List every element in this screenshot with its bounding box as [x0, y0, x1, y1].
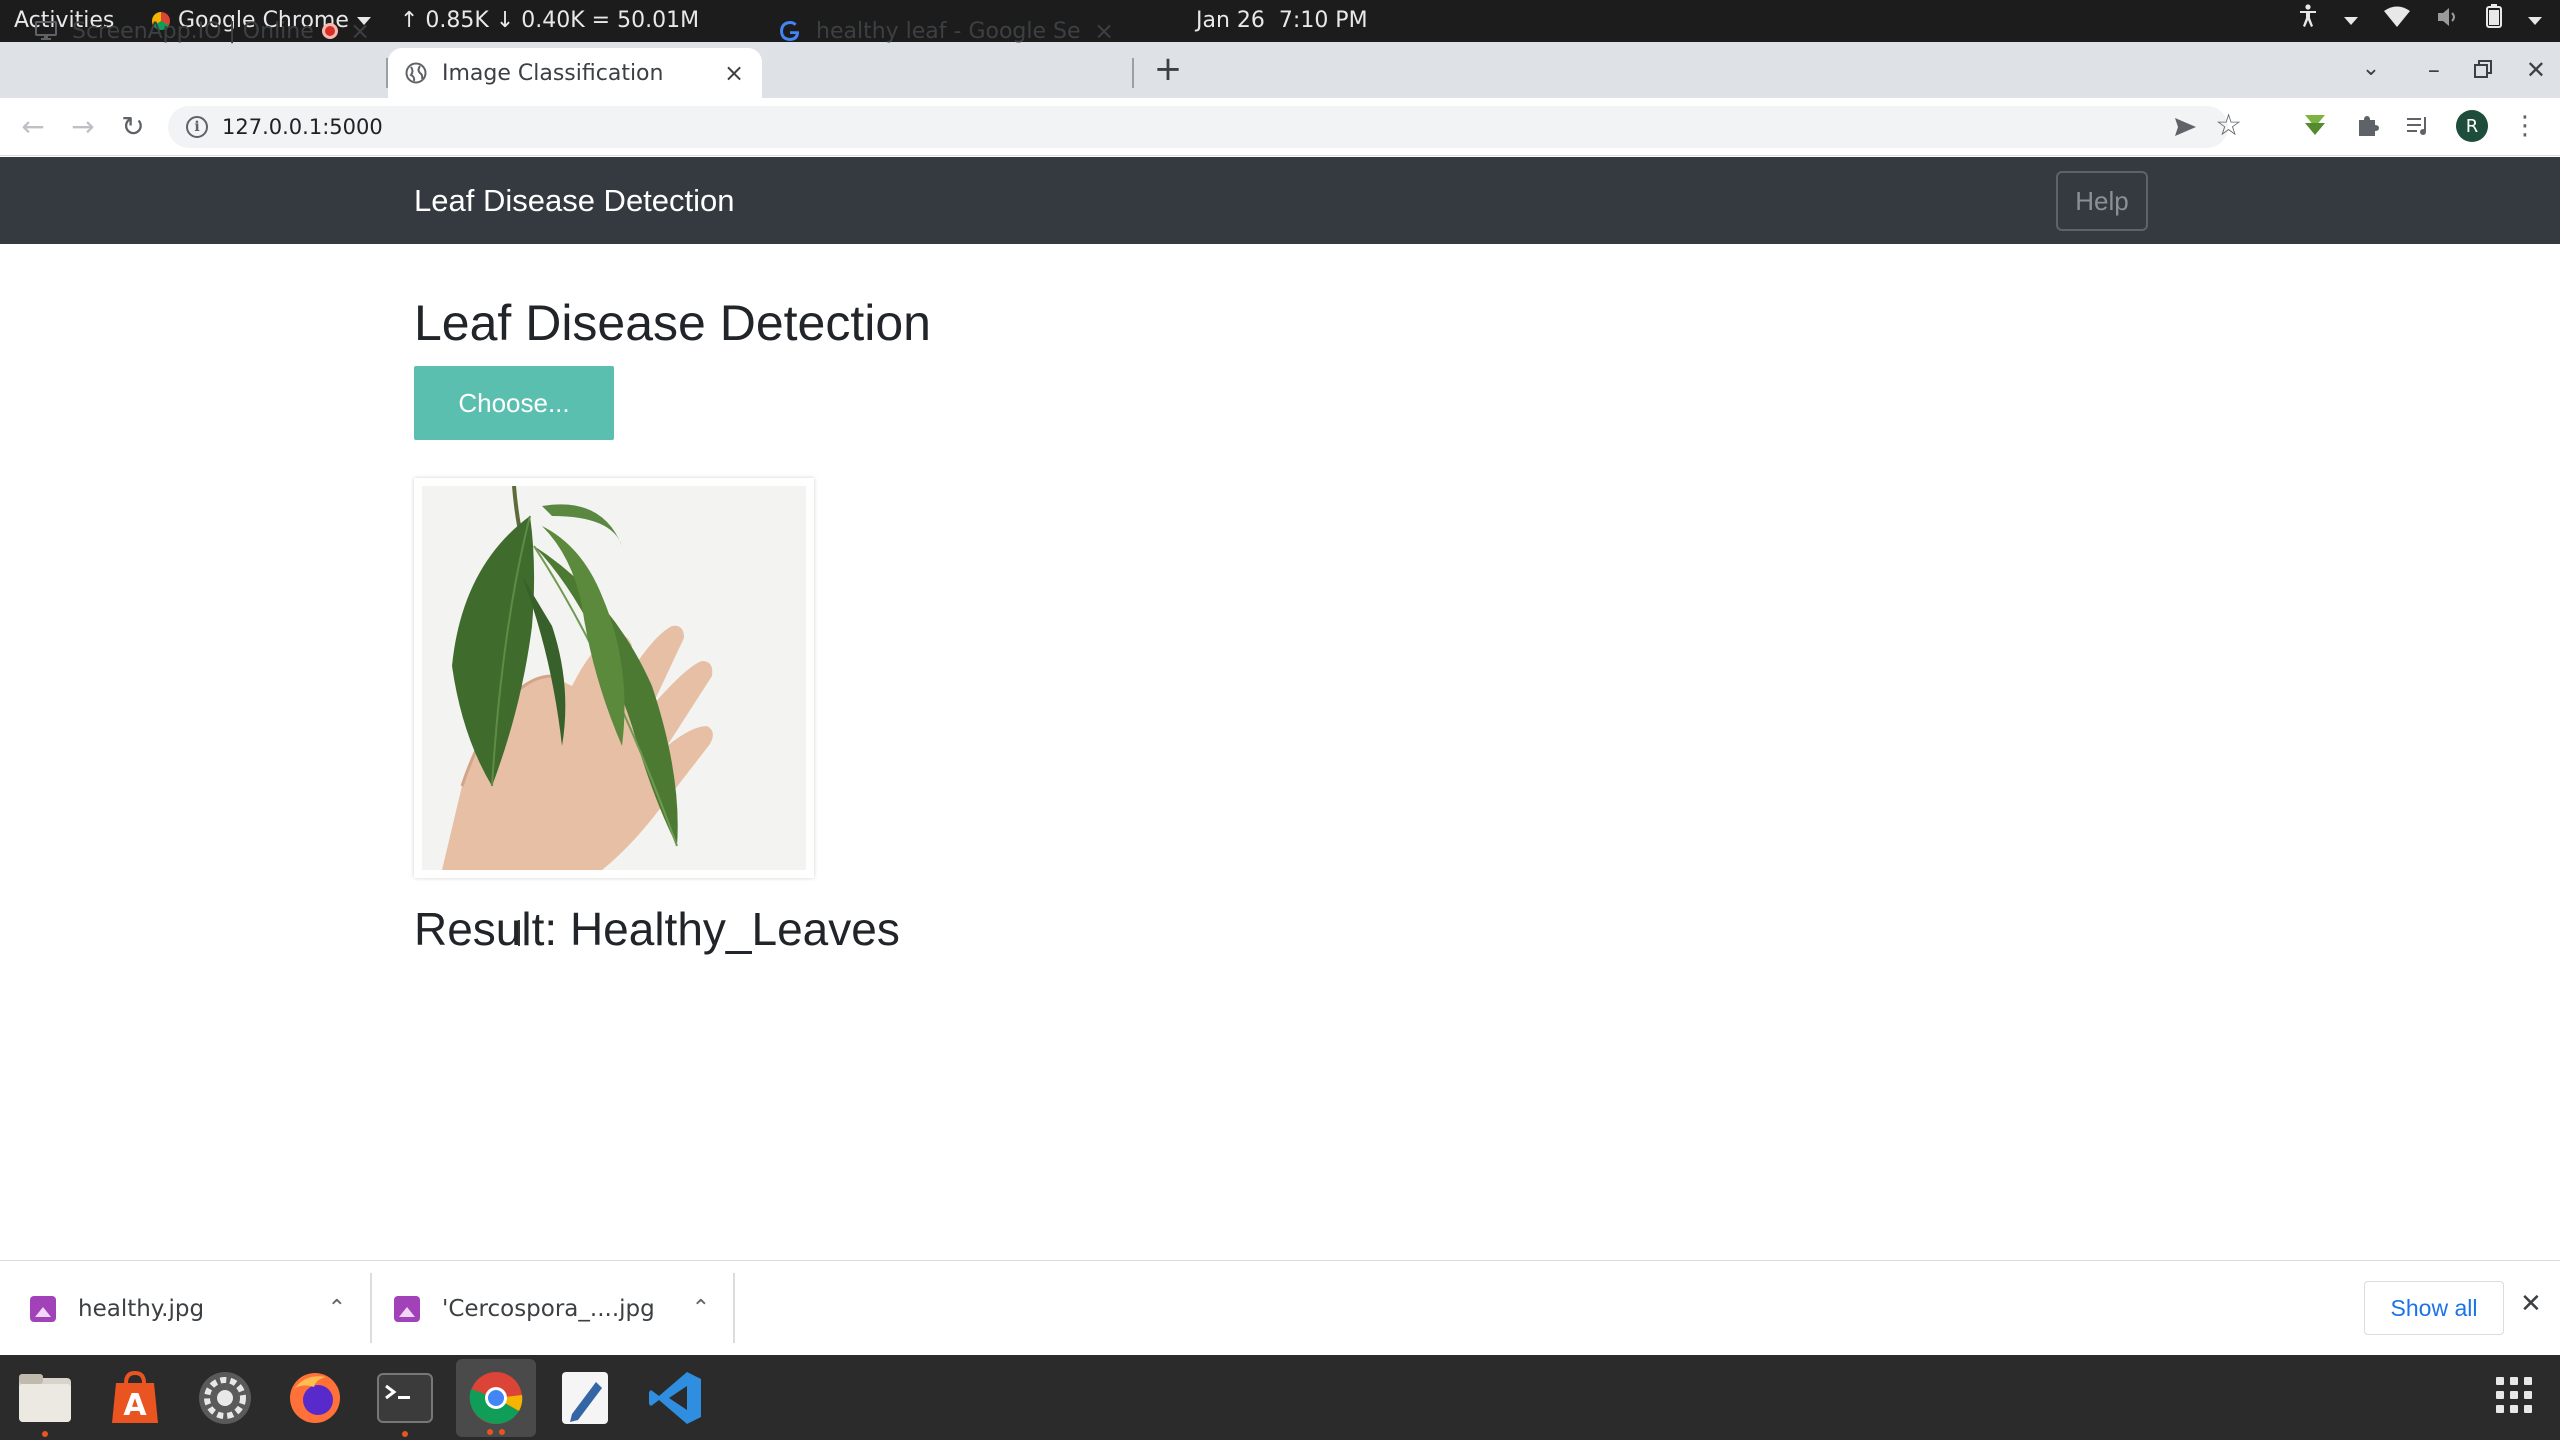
new-tab-button[interactable]: + — [1150, 52, 1186, 88]
battery-icon[interactable] — [2486, 0, 2502, 42]
show-all-downloads-button[interactable]: Show all — [2364, 1281, 2504, 1335]
image-file-icon — [30, 1295, 56, 1322]
download-shelf: healthy.jpg ⌃ 'Cercospora_....jpg ⌃ Show… — [0, 1260, 2560, 1355]
close-shelf-icon[interactable]: ✕ — [2520, 1289, 2542, 1319]
download-divider — [370, 1273, 372, 1343]
clock-time: 7:10 PM — [1278, 8, 1368, 33]
tab-screenapp[interactable]: ScreenApp.IO | Online × — [18, 6, 388, 56]
screen-icon — [34, 19, 58, 43]
show-applications-icon[interactable] — [2496, 1377, 2532, 1413]
tab-google-search[interactable]: healthy leaf - Google Sear × — [762, 6, 1132, 56]
media-queue-icon[interactable] — [2404, 108, 2434, 144]
terminal-icon[interactable] — [374, 1367, 436, 1437]
google-icon — [778, 19, 802, 43]
download-item[interactable]: healthy.jpg ⌃ — [30, 1261, 346, 1356]
tab-search-icon[interactable]: ⌄ — [2356, 56, 2386, 86]
vscode-icon[interactable] — [644, 1367, 706, 1429]
software-center-icon[interactable]: A — [104, 1367, 166, 1429]
accessibility-icon[interactable] — [2298, 0, 2318, 42]
firefox-icon[interactable] — [284, 1367, 346, 1429]
download-item[interactable]: 'Cercospora_....jpg ⌃ — [394, 1261, 710, 1356]
text-editor-icon[interactable] — [554, 1367, 616, 1429]
image-file-icon — [394, 1295, 420, 1322]
volume-icon[interactable] — [2436, 0, 2460, 42]
recording-icon — [322, 23, 338, 39]
site-info-icon[interactable]: i — [186, 116, 208, 138]
system-tray[interactable] — [2298, 0, 2542, 42]
tab-title: healthy leaf - Google Sear — [816, 18, 1082, 44]
site-brand[interactable]: Leaf Disease Detection — [414, 157, 735, 244]
wifi-icon[interactable] — [2384, 0, 2410, 42]
close-tab-icon[interactable]: × — [1092, 19, 1116, 43]
running-indicator — [499, 1429, 505, 1435]
accessibility-caret-icon — [2344, 17, 2358, 25]
text-cursor — [518, 920, 520, 946]
tab-title: ScreenApp.IO | Online — [72, 18, 314, 44]
address-bar[interactable]: i 127.0.0.1:5000 ☆ — [168, 106, 2242, 148]
restore-icon[interactable] — [2473, 56, 2492, 84]
system-menu-caret-icon[interactable] — [2528, 17, 2542, 25]
prediction-result: Result: Healthy_Leaves — [414, 903, 900, 955]
extension-download-icon[interactable] — [2300, 108, 2330, 144]
tab-divider — [1132, 58, 1134, 88]
files-icon[interactable] — [14, 1367, 76, 1437]
extensions-puzzle-icon[interactable] — [2352, 108, 2382, 144]
page-title: Leaf Disease Detection — [414, 295, 931, 351]
chevron-up-icon[interactable]: ⌃ — [328, 1296, 346, 1321]
leaf-hand-photo — [422, 486, 806, 870]
settings-icon[interactable] — [194, 1367, 256, 1429]
url-text[interactable]: 127.0.0.1:5000 — [222, 106, 383, 148]
bookmark-star-icon[interactable]: ☆ — [2215, 109, 2242, 143]
minimize-icon[interactable]: – — [2428, 56, 2440, 84]
forward-button[interactable]: → — [66, 110, 100, 144]
extension-toolbar: R ⋮ — [2300, 108, 2540, 144]
chrome-menu-icon[interactable]: ⋮ — [2510, 108, 2540, 144]
send-tab-icon[interactable] — [2172, 114, 2198, 140]
choose-file-button[interactable]: Choose... — [414, 366, 614, 440]
page-content: Leaf Disease Detection Choose... Result:… — [0, 244, 2560, 1260]
close-tab-icon[interactable]: × — [722, 61, 746, 85]
profile-avatar[interactable]: R — [2456, 110, 2488, 142]
back-button[interactable]: ← — [16, 110, 50, 144]
reload-button[interactable]: ↻ — [116, 110, 150, 144]
close-window-icon[interactable]: ✕ — [2526, 56, 2546, 84]
globe-icon — [404, 61, 428, 85]
chrome-icon[interactable] — [456, 1359, 536, 1437]
taskbar-dock: A — [0, 1355, 2560, 1440]
chevron-up-icon[interactable]: ⌃ — [692, 1296, 710, 1321]
tab-title: Image Classification — [442, 60, 664, 86]
browser-toolbar: ← → ↻ i 127.0.0.1:5000 ☆ R ⋮ — [0, 98, 2560, 156]
clock[interactable]: Jan 26 7:10 PM — [1196, 0, 1368, 42]
network-monitor: ↑ 0.85K ↓ 0.40K = 50.01M — [400, 8, 700, 33]
download-filename: healthy.jpg — [78, 1295, 205, 1322]
clock-date: Jan 26 — [1196, 8, 1265, 33]
close-tab-icon[interactable]: × — [348, 19, 372, 43]
help-button[interactable]: Help — [2056, 171, 2148, 231]
running-indicator — [42, 1431, 48, 1437]
running-indicator — [402, 1431, 408, 1437]
download-filename: 'Cercospora_....jpg — [442, 1295, 655, 1322]
window-controls: – ✕ — [2428, 52, 2546, 88]
running-indicator — [487, 1429, 493, 1435]
tab-image-classification[interactable]: Image Classification × — [388, 48, 762, 98]
image-preview — [414, 478, 814, 878]
download-divider — [733, 1273, 735, 1343]
site-navbar: Leaf Disease Detection Help — [0, 157, 2560, 244]
svg-text:A: A — [123, 1388, 147, 1423]
